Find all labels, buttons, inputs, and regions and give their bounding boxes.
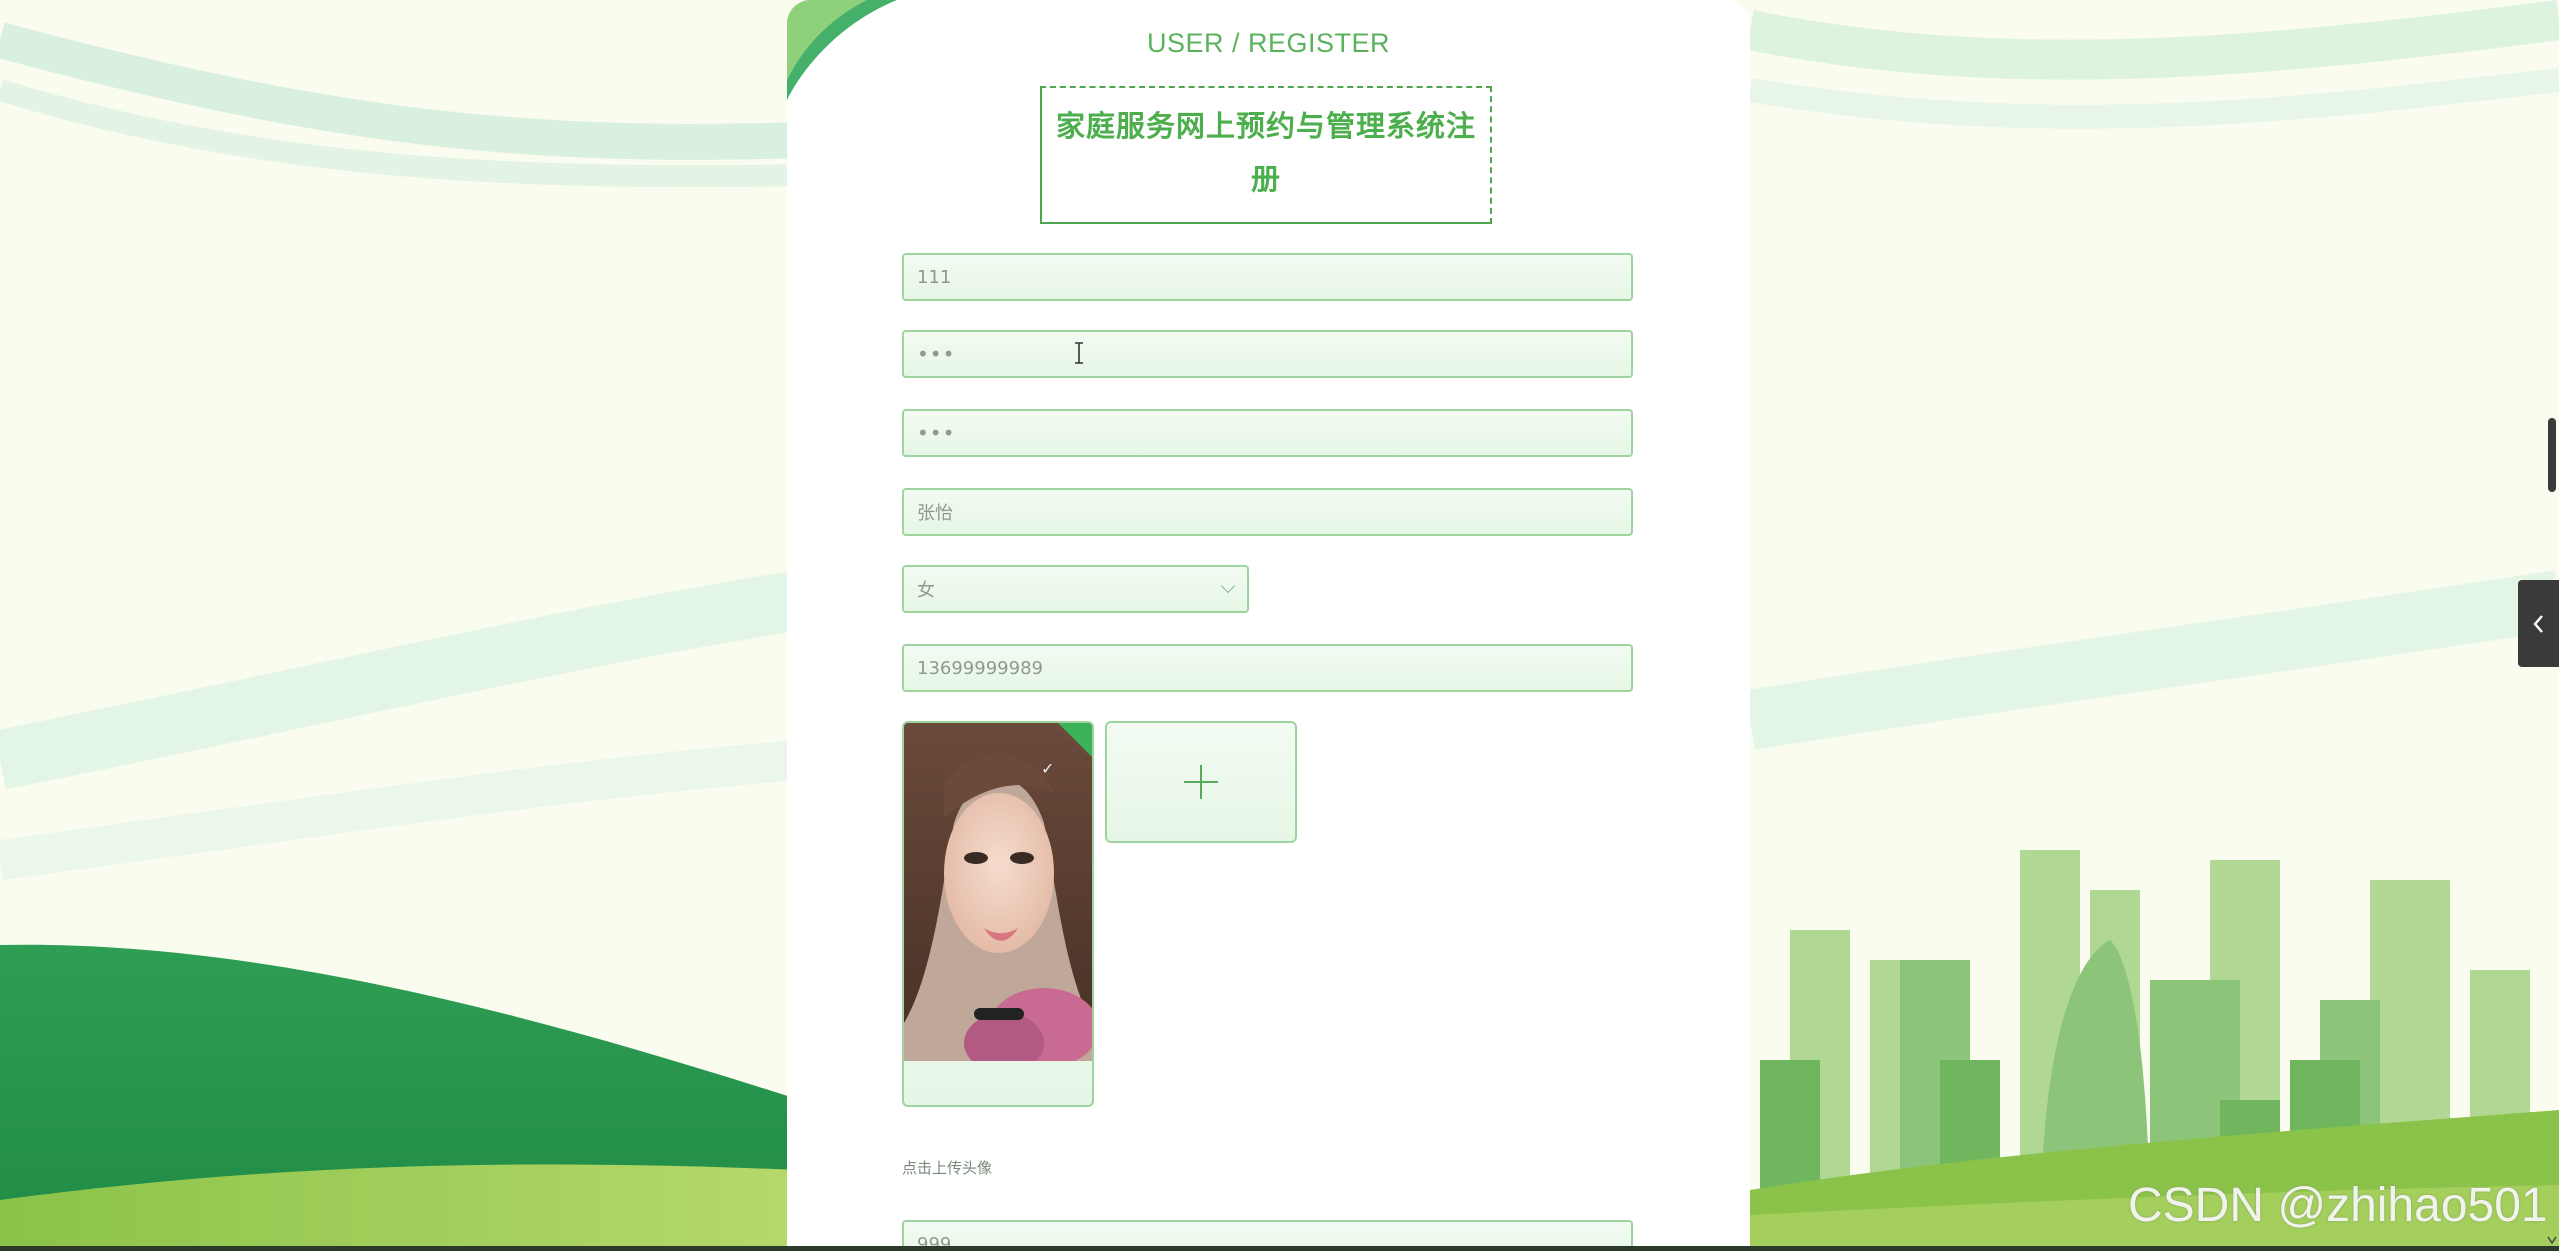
title-frame: 家庭服务网上预约与管理系统注册 bbox=[1040, 86, 1492, 224]
bottom-edge bbox=[0, 1246, 2559, 1251]
phone-input[interactable]: 13699999989 bbox=[902, 644, 1633, 692]
page-subtitle-en: USER / REGISTER bbox=[1146, 28, 1391, 58]
text-cursor-icon bbox=[1075, 342, 1083, 364]
gender-selected: 女 bbox=[917, 580, 935, 601]
check-icon: ✓ bbox=[1041, 759, 1055, 778]
page-title: 家庭服务网上预约与管理系统注册 bbox=[1055, 109, 1476, 196]
name-input[interactable]: 张怡 bbox=[902, 488, 1633, 536]
upload-avatar-button[interactable] bbox=[1105, 721, 1297, 843]
password-value: ••• bbox=[917, 342, 956, 366]
account-value: 111 bbox=[917, 266, 952, 288]
avatar-upload-hint: 点击上传头像 bbox=[902, 1159, 993, 1177]
password-input[interactable]: ••• bbox=[902, 330, 1633, 378]
confirm-password-value: ••• bbox=[917, 421, 956, 445]
name-value: 张怡 bbox=[917, 503, 953, 524]
chevron-left-icon bbox=[2532, 614, 2543, 633]
phone-value: 13699999989 bbox=[917, 657, 1043, 679]
side-panel-toggle[interactable] bbox=[2518, 580, 2559, 667]
scroll-down-arrow-icon[interactable] bbox=[2546, 1233, 2558, 1247]
chevron-down-icon bbox=[1220, 578, 1236, 594]
watermark-text: CSDN @zhihao501 bbox=[2128, 1179, 2548, 1232]
account-input[interactable]: 111 bbox=[902, 253, 1633, 301]
register-card: USER / REGISTER 家庭服务网上预约与管理系统注册 111 ••• … bbox=[787, 0, 1750, 1251]
upload-success-badge bbox=[1057, 723, 1092, 758]
scrollbar-thumb[interactable] bbox=[2548, 418, 2556, 492]
uploaded-avatar[interactable]: ✓ bbox=[902, 721, 1094, 1107]
gender-select[interactable]: 女 bbox=[902, 565, 1249, 613]
confirm-password-input[interactable]: ••• bbox=[902, 409, 1633, 457]
avatar-photo bbox=[904, 723, 1092, 1061]
plus-icon bbox=[1184, 765, 1218, 799]
